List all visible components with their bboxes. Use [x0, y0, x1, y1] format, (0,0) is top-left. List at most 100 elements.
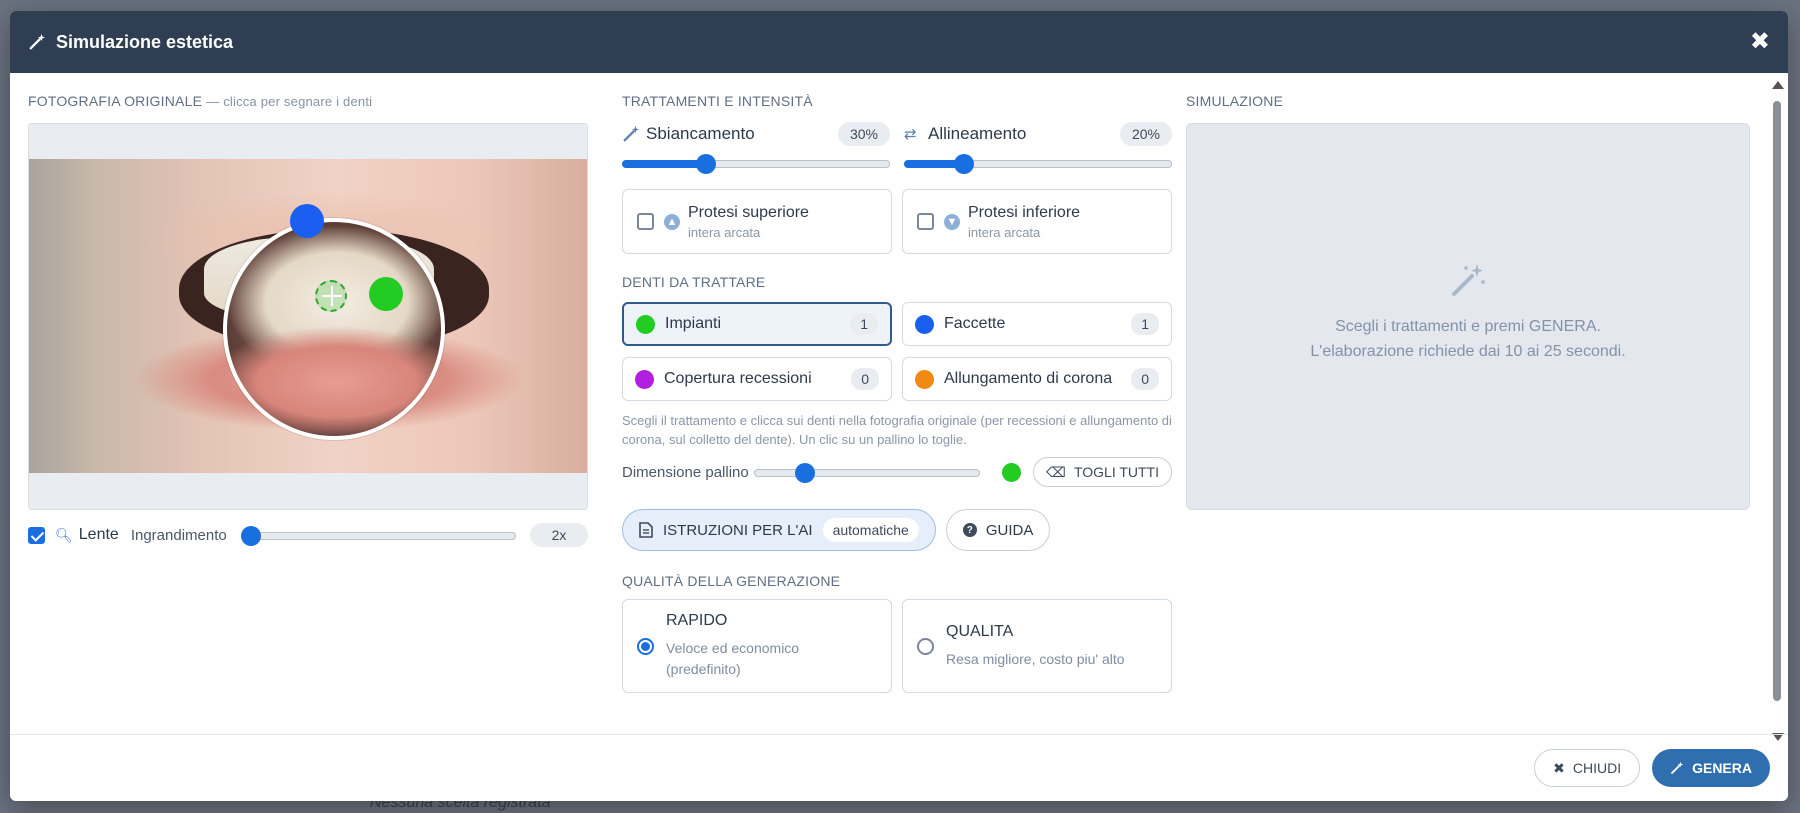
quality-hq-title: QUALITA — [946, 622, 1014, 640]
whitening-control: Sbiancamento 30% — [622, 121, 890, 174]
treatment-copertura-recessioni[interactable]: Copertura recessioni 0 — [622, 357, 892, 401]
lens-label: Lente — [78, 526, 119, 543]
intensity-sliders: Sbiancamento 30% ⇄ Allineamento 20% — [622, 121, 1172, 174]
magic-wand-icon — [29, 33, 46, 50]
vertical-scrollbar[interactable] — [1770, 81, 1784, 741]
dot-size-preview — [1002, 462, 1021, 482]
prosthesis-options: ▲ Protesi superiore intera arcata ▼ Prot… — [622, 189, 1172, 254]
treatment-faccette[interactable]: Faccette 1 — [902, 302, 1172, 346]
quality-fast-desc2: (predefinito) — [666, 661, 741, 677]
dot-size-label: Dimensione pallino — [622, 463, 749, 481]
lens-controls: 🔍︎ Lente Ingrandimento 2x — [28, 522, 588, 548]
document-icon — [639, 522, 653, 538]
close-x-icon: ✖ — [1553, 759, 1565, 776]
magic-wand-icon — [1671, 761, 1684, 774]
lower-prosthesis-option[interactable]: ▼ Protesi inferiore intera arcata — [902, 189, 1172, 254]
photo-canvas[interactable] — [28, 123, 588, 510]
lens-checkbox[interactable] — [28, 526, 45, 544]
photo-column: FOTOGRAFIA ORIGINALE — clicca per segnar… — [28, 93, 588, 548]
whitening-fill — [622, 160, 707, 168]
treatment-count: 1 — [1131, 313, 1159, 335]
quality-fast-title: RAPIDO — [666, 612, 728, 629]
modal-footer: ✖ CHIUDI GENERA — [10, 734, 1788, 801]
quality-hq-option[interactable]: QUALITA Resa migliore, costo piu' alto — [902, 599, 1172, 693]
zoom-slider[interactable] — [240, 525, 517, 546]
treatment-impianti[interactable]: Impianti 1 — [622, 302, 892, 346]
help-icon: ? — [962, 523, 977, 537]
teeth-treatment-grid: Impianti 1 Faccette 1 Copertura recessio… — [622, 302, 1172, 401]
lower-prosthesis-label: Protesi inferiore — [968, 203, 1081, 221]
teeth-label: DENTI DA TRATTARE — [622, 274, 766, 290]
magic-wand-icon — [623, 125, 640, 142]
quality-fast-option[interactable]: RAPIDO Veloce ed economico (predefinito) — [622, 599, 892, 693]
treatments-label: TRATTAMENTI E INTENSITÀ — [622, 93, 813, 109]
impianti-color-dot — [636, 314, 655, 334]
controls-column: TRATTAMENTI E INTENSITÀ Sbiancamento 30% — [622, 93, 1172, 693]
remove-all-button[interactable]: ⌫ TOGLI TUTTI — [1033, 457, 1172, 487]
zoom-track — [240, 532, 517, 540]
simulation-preview: Scegli i trattamenti e premi GENERA. L'e… — [1186, 123, 1750, 510]
scroll-up-arrow[interactable] — [1772, 81, 1784, 89]
photo-sublabel: — clicca per segnare i denti — [206, 94, 373, 109]
ai-instructions-label: ISTRUZIONI PER L'AI — [663, 521, 813, 539]
arrow-down-circle-icon: ▼ — [944, 213, 960, 230]
alignment-slider[interactable] — [904, 153, 1172, 174]
guide-label: GUIDA — [985, 521, 1034, 539]
treatment-count: 0 — [851, 368, 879, 390]
marker-faccette[interactable] — [290, 204, 324, 238]
allungamento-color-dot — [915, 369, 934, 389]
modal-header: Simulazione estetica ✖ — [10, 11, 1788, 73]
dot-size-track — [754, 469, 980, 477]
close-icon[interactable]: ✖ — [1750, 30, 1770, 54]
magnifier-lens — [223, 218, 445, 440]
alignment-value: 20% — [1119, 122, 1172, 146]
swap-arrows-icon: ⇄ — [904, 126, 917, 143]
simulation-modal: Simulazione estetica ✖ FOTOGRAFIA ORIGIN… — [10, 11, 1788, 801]
upper-prosthesis-checkbox[interactable] — [637, 213, 654, 230]
quality-hq-radio[interactable] — [917, 637, 934, 655]
upper-prosthesis-label: Protesi superiore — [688, 203, 809, 221]
treatment-allungamento-corona[interactable]: Allungamento di corona 0 — [902, 357, 1172, 401]
upper-prosthesis-option[interactable]: ▲ Protesi superiore intera arcata — [622, 189, 892, 254]
photo-label: FOTOGRAFIA ORIGINALE — [28, 93, 203, 109]
generate-button[interactable]: GENERA — [1652, 749, 1770, 787]
treatment-name: Copertura recessioni — [664, 370, 812, 387]
modal-title: Simulazione estetica — [56, 31, 234, 52]
lower-prosthesis-sub: intera arcata — [968, 224, 1041, 240]
magic-wand-icon — [1452, 263, 1485, 296]
dot-size-thumb[interactable] — [795, 463, 816, 483]
whitening-value: 30% — [837, 122, 890, 146]
faccette-color-dot — [915, 314, 934, 334]
quality-fast-radio[interactable] — [637, 637, 654, 655]
lower-prosthesis-checkbox[interactable] — [917, 213, 934, 230]
quality-options: RAPIDO Veloce ed economico (predefinito)… — [622, 599, 1172, 693]
whitening-label: Sbiancamento — [646, 124, 755, 143]
remove-all-label: TOGLI TUTTI — [1073, 464, 1159, 480]
close-button[interactable]: ✖ CHIUDI — [1534, 749, 1641, 787]
upper-prosthesis-sub: intera arcata — [688, 224, 761, 240]
crosshair-cursor — [315, 280, 347, 312]
simulation-column: SIMULAZIONE Scegli i trattamenti e premi… — [1186, 93, 1750, 510]
treatment-hint: Scegli il trattamento e clicca sui denti… — [622, 413, 1172, 447]
modal-body: FOTOGRAFIA ORIGINALE — clicca per segnar… — [10, 73, 1788, 741]
treatment-count: 0 — [1131, 368, 1159, 390]
whitening-thumb[interactable] — [696, 154, 717, 174]
zoom-thumb[interactable] — [240, 526, 261, 546]
treatment-name: Impianti — [665, 315, 722, 332]
quality-label: QUALITÀ DELLA GENERAZIONE — [622, 573, 841, 589]
ai-instructions-button[interactable]: ISTRUZIONI PER L'AI automatiche — [622, 509, 936, 551]
alignment-thumb[interactable] — [953, 154, 974, 174]
scroll-thumb[interactable] — [1773, 101, 1781, 701]
arrow-up-circle-icon: ▲ — [664, 213, 680, 230]
guide-button[interactable]: ? GUIDA — [945, 509, 1051, 551]
simulation-message-1: Scegli i trattamenti e premi GENERA. — [1335, 317, 1601, 335]
marker-impianti[interactable] — [369, 277, 403, 311]
ai-instructions-mode: automatiche — [822, 518, 919, 542]
ai-row: ISTRUZIONI PER L'AI automatiche ? GUIDA — [622, 509, 1172, 551]
photo-section-label: FOTOGRAFIA ORIGINALE — clicca per segnar… — [28, 93, 588, 109]
quality-hq-desc: Resa migliore, costo piu' alto — [946, 650, 1125, 667]
whitening-slider[interactable] — [622, 153, 890, 174]
dot-size-slider[interactable] — [754, 462, 980, 483]
alignment-control: ⇄ Allineamento 20% — [904, 121, 1172, 174]
treatment-count: 1 — [850, 313, 878, 335]
